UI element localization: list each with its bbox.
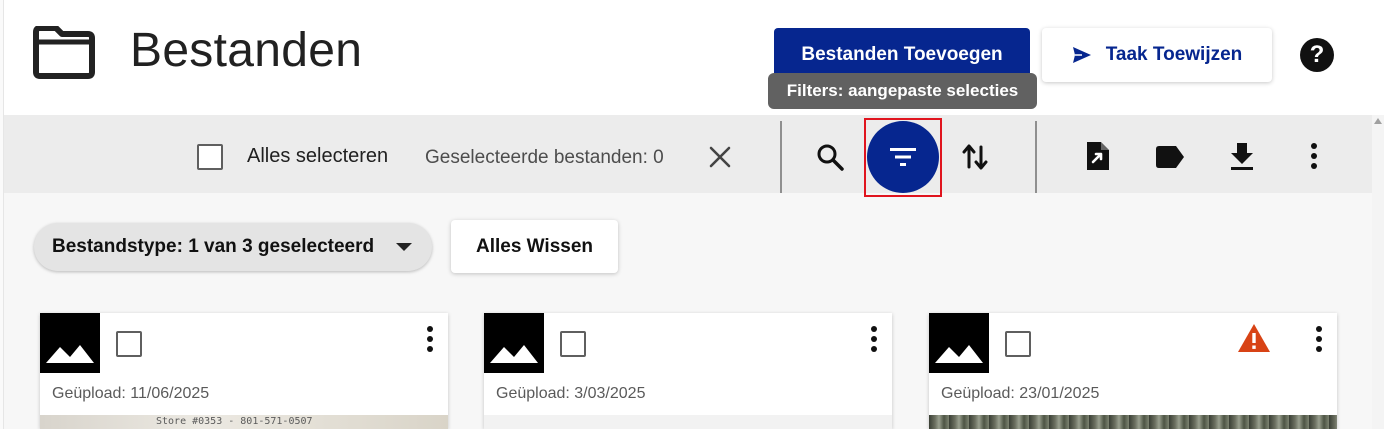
- scroll-up-arrow-icon[interactable]: [1374, 118, 1382, 124]
- help-icon[interactable]: ?: [1300, 38, 1334, 72]
- scrollbar[interactable]: [1372, 115, 1384, 429]
- file-type-filter-chip[interactable]: Bestandstype: 1 van 3 geselecteerd: [34, 223, 432, 271]
- file-preview[interactable]: Store #0353 - 801-571-0507: [40, 415, 448, 429]
- upload-date: Geüpload: 11/06/2025: [52, 385, 210, 402]
- select-all-checkbox[interactable]: [197, 144, 223, 170]
- file-preview-text: Store #0353 - 801-571-0507: [156, 416, 313, 427]
- more-vert-icon[interactable]: [1309, 325, 1329, 353]
- file-checkbox[interactable]: [1005, 331, 1031, 357]
- file-preview[interactable]: [484, 415, 892, 429]
- more-vert-icon[interactable]: [864, 325, 884, 353]
- clear-all-button[interactable]: Alles Wissen: [451, 220, 618, 273]
- select-all-label[interactable]: Alles selecteren: [247, 145, 388, 168]
- export-file-icon[interactable]: [1082, 140, 1114, 172]
- image-icon: [929, 313, 989, 373]
- label-icon[interactable]: [1154, 141, 1186, 173]
- more-vert-icon[interactable]: [1298, 140, 1330, 172]
- selected-files-count: Geselecteerde bestanden: 0: [425, 147, 664, 168]
- image-icon: [484, 313, 544, 373]
- file-preview[interactable]: [929, 415, 1337, 429]
- download-icon[interactable]: [1226, 140, 1258, 172]
- file-type-chip-label: Bestandstype: 1 van 3 geselecteerd: [52, 236, 375, 257]
- clear-selection-icon[interactable]: [708, 145, 732, 169]
- toolbar-divider: [1035, 121, 1037, 193]
- file-card[interactable]: Geüpload: 23/01/2025: [929, 313, 1337, 429]
- highlight-box: [864, 118, 942, 197]
- assign-task-label: Taak Toewijzen: [1105, 44, 1243, 65]
- file-card[interactable]: Geüpload: 3/03/2025: [484, 313, 892, 429]
- more-vert-icon[interactable]: [420, 325, 440, 353]
- page-title: Bestanden: [130, 24, 363, 77]
- search-icon[interactable]: [814, 141, 846, 173]
- file-checkbox[interactable]: [116, 331, 142, 357]
- filter-tooltip: Filters: aangepaste selecties: [768, 73, 1037, 109]
- assign-task-button[interactable]: Taak Toewijzen: [1042, 28, 1272, 82]
- warning-icon: [1238, 324, 1270, 352]
- upload-date: Geüpload: 23/01/2025: [941, 385, 1100, 402]
- file-card[interactable]: Geüpload: 11/06/2025 Store #0353 - 801-5…: [40, 313, 448, 429]
- image-icon: [40, 313, 100, 373]
- toolbar-divider: [780, 121, 782, 193]
- sort-icon[interactable]: [959, 141, 991, 173]
- folder-icon: [33, 26, 95, 79]
- upload-date: Geüpload: 3/03/2025: [496, 385, 646, 402]
- chevron-down-icon: [396, 243, 412, 251]
- send-icon: [1072, 47, 1091, 63]
- file-checkbox[interactable]: [560, 331, 586, 357]
